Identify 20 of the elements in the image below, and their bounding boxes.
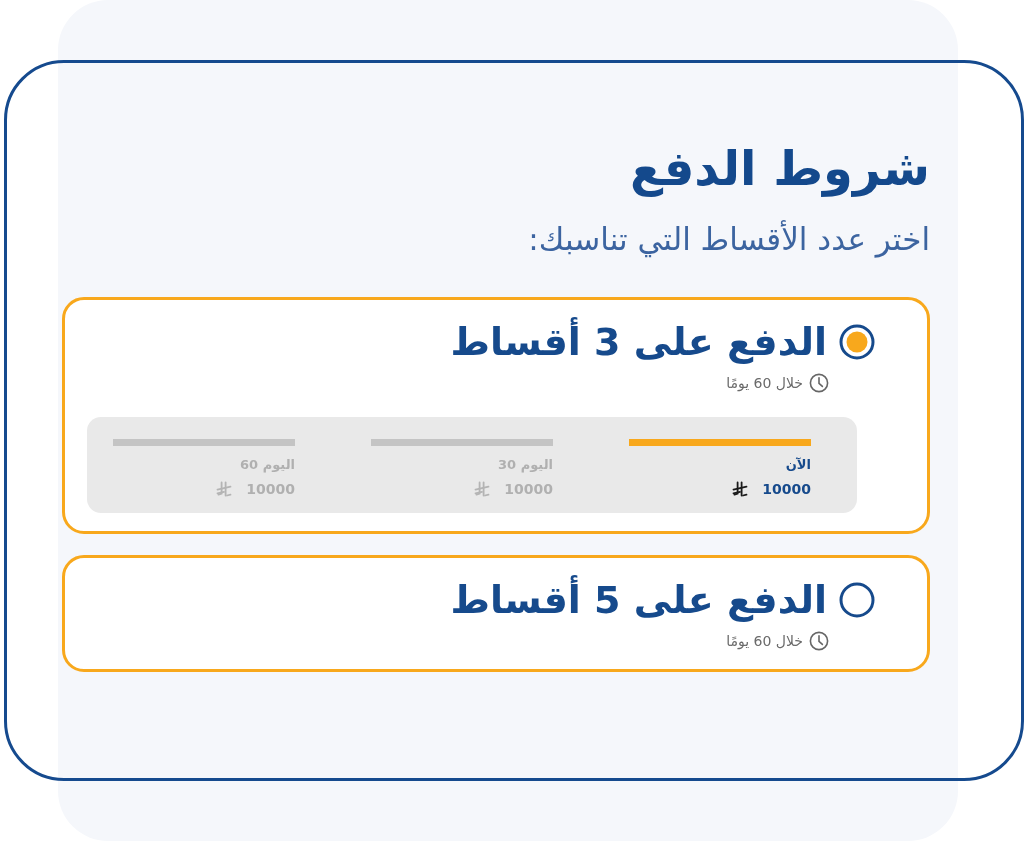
page-subtitle: اختر عدد الأقساط التي تناسبك: (527, 219, 930, 259)
option-title: الدفع على 5 أقساط (450, 575, 827, 625)
currency-sign-icon (732, 481, 749, 497)
duration-text: خلال 60 يومًا (726, 632, 803, 651)
installment-date: اليوم 60 (240, 456, 295, 475)
installment-amount: 10000 (762, 480, 811, 499)
installment-amount: 10000 (504, 480, 553, 499)
page-title: شروط الدفع (629, 139, 930, 199)
duration-text: خلال 60 يومًا (726, 374, 803, 393)
installment-option-card[interactable]: الدفع على 5 أقساط خلال 60 يومًا (62, 555, 930, 672)
radio-button[interactable] (839, 324, 875, 360)
radio-button[interactable] (839, 582, 875, 618)
installment-amount: 10000 (246, 480, 295, 499)
currency-sign-icon (474, 481, 491, 497)
currency-sign-icon (216, 481, 233, 497)
clock-icon (809, 373, 829, 393)
option-title: الدفع على 3 أقساط (450, 317, 827, 367)
installment-date: اليوم 30 (498, 456, 553, 475)
installment-date: الآن (785, 456, 811, 474)
clock-icon (809, 631, 829, 651)
